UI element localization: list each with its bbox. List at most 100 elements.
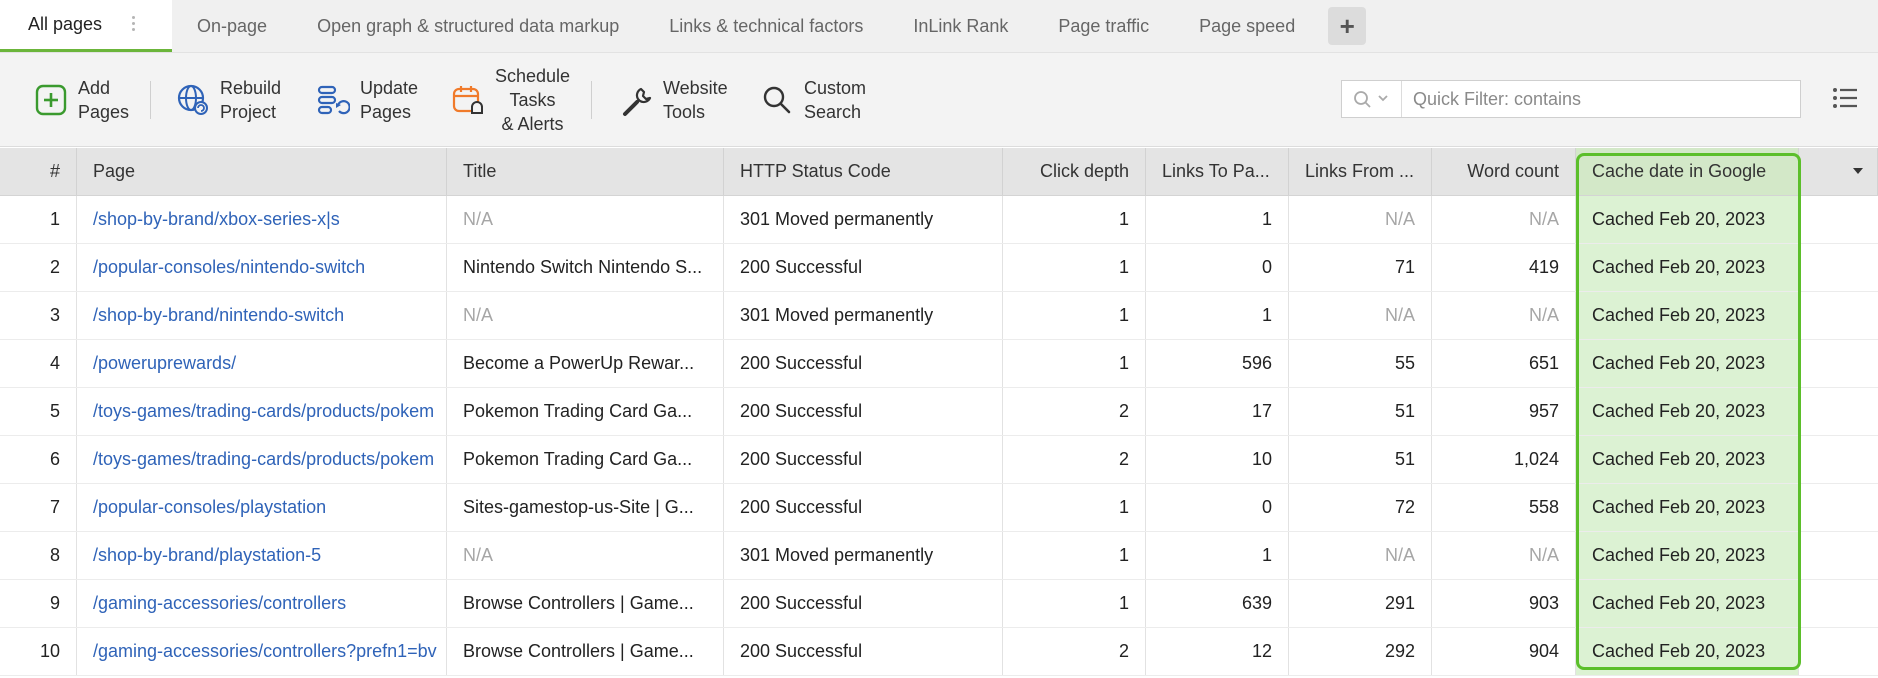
add-pages-button[interactable]: Add Pages (34, 53, 129, 147)
table-row[interactable]: 1/shop-by-brand/xbox-series-x|s N/A 301 Mo… (0, 196, 1878, 244)
calendar-alarm-icon (452, 86, 483, 114)
table-header: # Page Title HTTP Status Code Click dept… (0, 148, 1878, 196)
cache-date-cell: Cached Feb 20, 2023 (1576, 580, 1799, 627)
page-url-link[interactable]: /shop-by-brand/playstation-5 (77, 532, 447, 579)
filter-search-dropdown[interactable] (1342, 81, 1402, 117)
links-to-page-cell: 0 (1146, 484, 1289, 531)
column-header-page[interactable]: Page (77, 148, 447, 195)
column-header-links-from-page[interactable]: Links From ... (1289, 148, 1432, 195)
column-list-icon[interactable] (1832, 86, 1858, 110)
dropdown-arrow-icon[interactable] (1853, 168, 1863, 174)
column-header-number[interactable]: # (0, 148, 77, 195)
page-url-link[interactable]: /shop-by-brand/nintendo-switch (77, 292, 447, 339)
column-header-cache-date[interactable]: Cache date in Google (1576, 148, 1799, 195)
column-header-http-status[interactable]: HTTP Status Code (724, 148, 1003, 195)
page-title-cell: Sites-gamestop-us-Site | G... (447, 484, 724, 531)
page-url-link[interactable]: /shop-by-brand/xbox-series-x|s (77, 196, 447, 243)
page-url-link[interactable]: /gaming-accessories/controllers (77, 580, 447, 627)
table-row[interactable]: 10/gaming-accessories/controllers?prefn1… (0, 628, 1878, 676)
update-pages-button[interactable]: Update Pages (316, 53, 418, 147)
row-number: 7 (0, 484, 77, 531)
table-row[interactable]: 8/shop-by-brand/playstation-5 N/A 301 Move… (0, 532, 1878, 580)
add-plus-icon (35, 84, 67, 116)
http-status-cell: 200 Successful (724, 340, 1003, 387)
globe-refresh-icon (177, 84, 208, 115)
row-spacer (1799, 292, 1878, 339)
tab-inlink-rank[interactable]: InLink Rank (888, 0, 1033, 52)
toolbar-divider (591, 81, 592, 119)
more-options-icon[interactable] (132, 16, 136, 32)
page-url-link[interactable]: /toys-games/trading-cards/products/pokem (77, 436, 447, 483)
links-from-page-cell: 51 (1289, 388, 1432, 435)
website-tools-button[interactable]: Website Tools (619, 53, 728, 147)
page-url-link[interactable]: /gaming-accessories/controllers?prefn1=b… (77, 628, 447, 675)
table-row[interactable]: 7/popular-consoles/playstation Sites-game… (0, 484, 1878, 532)
tab-on-page[interactable]: On-page (172, 0, 292, 52)
row-number: 1 (0, 196, 77, 243)
http-status-cell: 200 Successful (724, 628, 1003, 675)
row-spacer (1799, 196, 1878, 243)
row-number: 8 (0, 532, 77, 579)
word-count-cell: 558 (1432, 484, 1576, 531)
cache-date-cell: Cached Feb 20, 2023 (1576, 292, 1799, 339)
custom-search-button[interactable]: Custom Search (760, 53, 866, 147)
page-url-link[interactable]: /popular-consoles/nintendo-switch (77, 244, 447, 291)
word-count-cell: 904 (1432, 628, 1576, 675)
schedule-label-2: Tasks (509, 90, 556, 110)
tab-page-traffic[interactable]: Page traffic (1033, 0, 1174, 52)
links-from-page-cell: 292 (1289, 628, 1432, 675)
click-depth-cell: 1 (1003, 196, 1146, 243)
row-number: 2 (0, 244, 77, 291)
links-to-page-cell: 17 (1146, 388, 1289, 435)
page-title-cell: Pokemon Trading Card Ga... (447, 436, 724, 483)
quick-filter (1341, 80, 1801, 118)
column-header-click-depth[interactable]: Click depth (1003, 148, 1146, 195)
click-depth-cell: 1 (1003, 484, 1146, 531)
click-depth-cell: 2 (1003, 388, 1146, 435)
page-title-cell: N/A (447, 196, 724, 243)
word-count-cell: 1,024 (1432, 436, 1576, 483)
http-status-cell: 301 Moved permanently (724, 532, 1003, 579)
table-row[interactable]: 9/gaming-accessories/controllers Browse C… (0, 580, 1878, 628)
table-row[interactable]: 6/toys-games/trading-cards/products/poke… (0, 436, 1878, 484)
http-status-cell: 200 Successful (724, 484, 1003, 531)
http-status-cell: 200 Successful (724, 388, 1003, 435)
page-url-link[interactable]: /poweruprewards/ (77, 340, 447, 387)
quick-filter-input[interactable] (1402, 81, 1800, 117)
toolbar-divider (150, 81, 151, 119)
table-row[interactable]: 2/popular-consoles/nintendo-switch Ninten… (0, 244, 1878, 292)
links-from-page-cell: 51 (1289, 436, 1432, 483)
schedule-tasks-button[interactable]: Schedule Tasks & Alerts (451, 53, 570, 147)
page-title-cell: Browse Controllers | Game... (447, 628, 724, 675)
cache-date-cell: Cached Feb 20, 2023 (1576, 628, 1799, 675)
website-tools-label-1: Website (663, 78, 728, 98)
table-row[interactable]: 3/shop-by-brand/nintendo-switch N/A 301 Mo… (0, 292, 1878, 340)
toolbar: Add Pages Rebuild Project Update Pages S… (0, 53, 1878, 147)
column-header-title[interactable]: Title (447, 148, 724, 195)
tab-page-speed[interactable]: Page speed (1174, 0, 1320, 52)
cache-date-cell: Cached Feb 20, 2023 (1576, 196, 1799, 243)
pages-table: # Page Title HTTP Status Code Click dept… (0, 148, 1878, 676)
table-row[interactable]: 4/poweruprewards/Become a PowerUp Rewar.… (0, 340, 1878, 388)
table-row[interactable]: 5/toys-games/trading-cards/products/poke… (0, 388, 1878, 436)
word-count-cell: 957 (1432, 388, 1576, 435)
row-spacer (1799, 628, 1878, 675)
links-to-page-cell: 1 (1146, 196, 1289, 243)
links-to-page-cell: 596 (1146, 340, 1289, 387)
click-depth-cell: 2 (1003, 628, 1146, 675)
page-url-link[interactable]: /popular-consoles/playstation (77, 484, 447, 531)
page-url-link[interactable]: /toys-games/trading-cards/products/pokem (77, 388, 447, 435)
tab-links-technical[interactable]: Links & technical factors (644, 0, 888, 52)
add-tab-button[interactable]: + (1328, 7, 1367, 45)
website-tools-label-2: Tools (663, 102, 706, 122)
row-number: 5 (0, 388, 77, 435)
tab-open-graph[interactable]: Open graph & structured data markup (292, 0, 644, 52)
column-header-links-to-page[interactable]: Links To Pa... (1146, 148, 1289, 195)
column-header-word-count[interactable]: Word count (1432, 148, 1576, 195)
rebuild-project-button[interactable]: Rebuild Project (176, 53, 281, 147)
row-spacer (1799, 244, 1878, 291)
update-label-2: Pages (360, 102, 412, 122)
table-body: 1/shop-by-brand/xbox-series-x|s N/A 301 Mo… (0, 196, 1878, 676)
tab-all-pages[interactable]: All pages (0, 0, 172, 52)
click-depth-cell: 1 (1003, 244, 1146, 291)
